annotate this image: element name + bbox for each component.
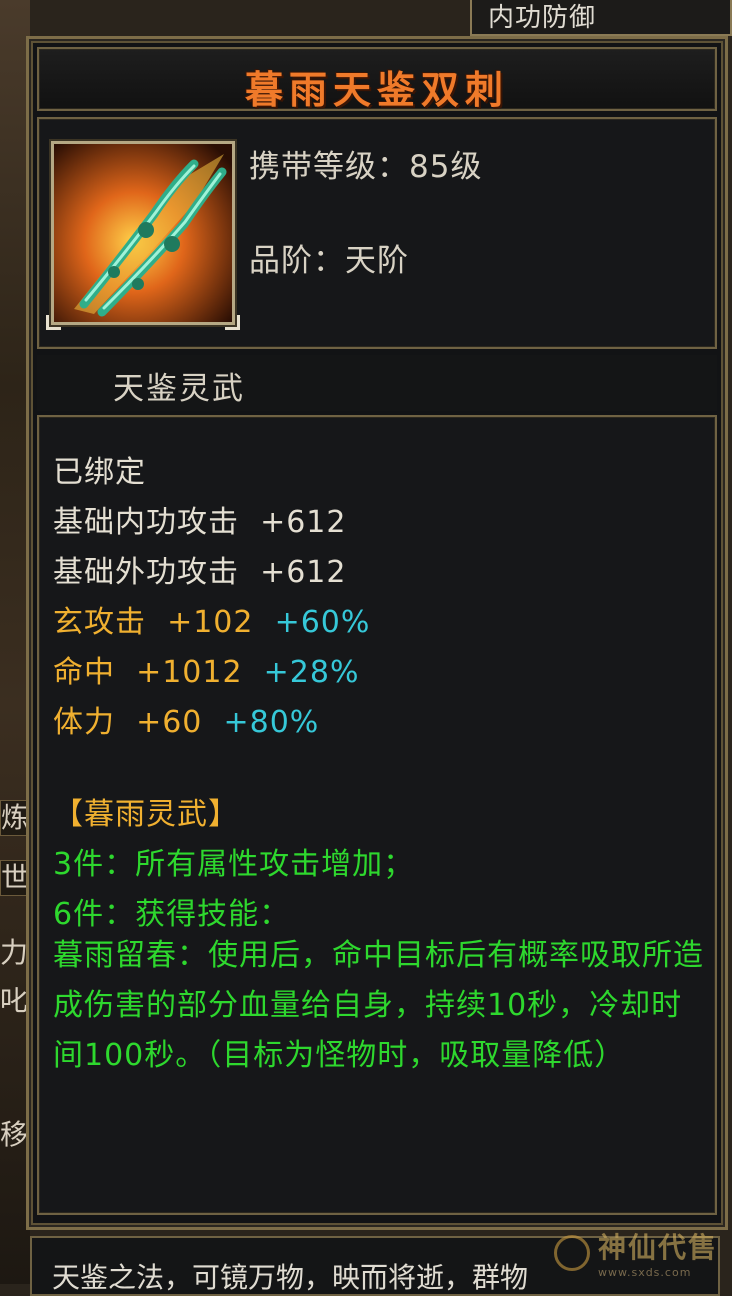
carry-level: 携带等级：85级 bbox=[249, 149, 483, 185]
twin-daggers-icon bbox=[46, 141, 240, 330]
title-bar: 暮雨天鉴双刺 bbox=[37, 47, 717, 112]
attribute-value: +612 bbox=[260, 505, 347, 540]
left-edge-fragment: 世 bbox=[0, 860, 30, 896]
attribute-bonus: +60% bbox=[274, 605, 371, 640]
attribute-row: 体力 +60 +80% bbox=[53, 697, 319, 741]
set-bonus-6-piece: 6件：获得技能： bbox=[53, 897, 291, 932]
attribute-label: 命中 bbox=[53, 655, 115, 690]
item-info-section: 携带等级：85级 品阶：天阶 bbox=[37, 117, 717, 349]
item-grade: 品阶：天阶 bbox=[249, 243, 409, 279]
attribute-value: +1012 bbox=[136, 655, 243, 690]
attribute-value: +612 bbox=[260, 555, 347, 590]
attribute-label: 基础内功攻击 bbox=[53, 505, 239, 540]
attribute-label: 基础外功攻击 bbox=[53, 555, 239, 590]
left-edge-fragment: 炼 bbox=[0, 800, 30, 836]
left-edge-fragment: 力 bbox=[0, 936, 29, 969]
attributes-section: 已绑定 基础内功攻击 +612 基础外功攻击 +612 玄攻击 +102 +60… bbox=[37, 415, 717, 1215]
set-bonus-title: 【暮雨灵武】 bbox=[53, 797, 239, 832]
set-bonus-3-piece: 3件：所有属性攻击增加； bbox=[53, 847, 415, 882]
attribute-bonus: +80% bbox=[223, 705, 320, 740]
left-edge-fragment: 移 bbox=[0, 1118, 29, 1151]
attribute-label: 玄攻击 bbox=[53, 605, 146, 640]
watermark-text: 神仙代售 bbox=[597, 1231, 718, 1264]
attribute-row: 命中 +1012 +28% bbox=[53, 647, 359, 691]
attribute-value: +60 bbox=[136, 705, 203, 740]
item-name: 暮雨天鉴双刺 bbox=[244, 68, 509, 112]
attribute-value: +102 bbox=[167, 605, 254, 640]
attribute-row: 玄攻击 +102 +60% bbox=[53, 597, 370, 641]
watermark-url: www.sxds.com bbox=[597, 1266, 692, 1279]
left-edge-fragment: 叱 bbox=[0, 984, 29, 1017]
watermark: 神仙代售 www.sxds.com bbox=[553, 1226, 718, 1279]
attribute-bonus: +28% bbox=[263, 655, 360, 690]
set-name-row: 天鉴灵武 bbox=[37, 355, 717, 411]
item-tooltip: 暮雨天鉴双刺 携带等级：85级 品阶：天阶 天鉴灵武 已绑定 基础内功攻击 +6… bbox=[26, 36, 728, 1230]
attribute-row: 基础内功攻击 +612 bbox=[53, 497, 346, 541]
set-name: 天鉴灵武 bbox=[113, 371, 245, 407]
bound-status: 已绑定 bbox=[53, 455, 146, 490]
watermark-logo-icon bbox=[553, 1234, 590, 1271]
attribute-row: 基础外功攻击 +612 bbox=[53, 547, 346, 591]
skill-description: 暮雨留春：使用后，命中目标后有概率吸取所造成伤害的部分血量给自身，持续10秒，冷… bbox=[53, 938, 704, 1073]
attribute-label: 体力 bbox=[53, 705, 115, 740]
tab-internal-defense[interactable]: 内功防御 bbox=[470, 0, 732, 36]
